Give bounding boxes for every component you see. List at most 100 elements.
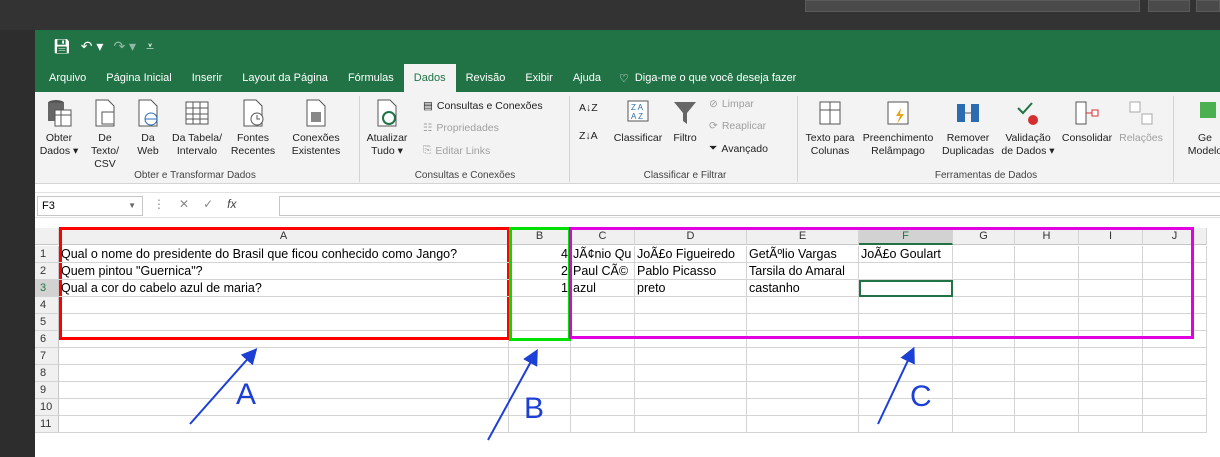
cell-h3[interactable] — [1015, 280, 1079, 297]
cell-f10[interactable] — [859, 399, 953, 416]
cell-h1[interactable] — [1015, 246, 1079, 263]
relacoes-button[interactable]: Relações — [1117, 98, 1165, 145]
cell-j6[interactable] — [1143, 331, 1207, 348]
cell-g6[interactable] — [953, 331, 1015, 348]
cell-g7[interactable] — [953, 348, 1015, 365]
cell-d2[interactable]: Pablo Picasso — [635, 263, 747, 280]
cell-a10[interactable] — [59, 399, 509, 416]
cell-c8[interactable] — [571, 365, 635, 382]
cell-d10[interactable] — [635, 399, 747, 416]
cell-c9[interactable] — [571, 382, 635, 399]
cell-b6[interactable] — [509, 331, 571, 348]
cell-j9[interactable] — [1143, 382, 1207, 399]
cell-e7[interactable] — [747, 348, 859, 365]
cell-f6[interactable] — [859, 331, 953, 348]
cell-i4[interactable] — [1079, 297, 1143, 314]
cell-d9[interactable] — [635, 382, 747, 399]
cell-j5[interactable] — [1143, 314, 1207, 331]
cell-a9[interactable] — [59, 382, 509, 399]
cell-c11[interactable] — [571, 416, 635, 433]
cancel-icon[interactable]: ✕ — [179, 197, 189, 211]
save-icon[interactable]: 💾︎ — [53, 38, 71, 55]
cell-g2[interactable] — [953, 263, 1015, 280]
cell-j10[interactable] — [1143, 399, 1207, 416]
cell-c5[interactable] — [571, 314, 635, 331]
propriedades-button[interactable]: ☷ Propriedades — [423, 122, 499, 134]
consolidar-button[interactable]: Consolidar — [1059, 98, 1115, 145]
cell-f2[interactable] — [859, 263, 953, 280]
cell-h6[interactable] — [1015, 331, 1079, 348]
cell-b5[interactable] — [509, 314, 571, 331]
cell-e9[interactable] — [747, 382, 859, 399]
cell-c1[interactable]: JÃ¢nio Qu — [571, 246, 635, 263]
cell-h4[interactable] — [1015, 297, 1079, 314]
reaplicar-button[interactable]: ⟳ Reaplicar — [709, 120, 766, 132]
cell-f1[interactable]: JoÃ£o Goulart — [859, 246, 953, 263]
column-header-g[interactable]: G — [953, 228, 1015, 245]
column-header-f[interactable]: F — [859, 228, 953, 245]
cell-c3[interactable]: azul — [571, 280, 635, 297]
cell-f7[interactable] — [859, 348, 953, 365]
cell-i6[interactable] — [1079, 331, 1143, 348]
da-tabela-button[interactable]: Da Tabela/Intervalo — [169, 98, 225, 158]
cell-e5[interactable] — [747, 314, 859, 331]
tab-layout[interactable]: Layout da Página — [232, 64, 338, 92]
tab-arquivo[interactable]: Arquivo — [39, 64, 96, 92]
remover-duplicadas-button[interactable]: Remover Duplicadas — [939, 98, 997, 158]
cell-f8[interactable] — [859, 365, 953, 382]
cell-j3[interactable] — [1143, 280, 1207, 297]
cell-g1[interactable] — [953, 246, 1015, 263]
row-header-6[interactable]: 6 — [35, 331, 59, 348]
cell-c2[interactable]: Paul CÃ© — [571, 263, 635, 280]
cell-a5[interactable] — [59, 314, 509, 331]
cell-i10[interactable] — [1079, 399, 1143, 416]
cell-c4[interactable] — [571, 297, 635, 314]
cell-g9[interactable] — [953, 382, 1015, 399]
row-header-5[interactable]: 5 — [35, 314, 59, 331]
cell-g3[interactable] — [953, 280, 1015, 297]
tell-me-box[interactable]: ♡ Diga-me o que você deseja fazer — [619, 72, 796, 85]
redo-icon[interactable]: ↷ ▾ — [113, 38, 136, 55]
column-header-a[interactable]: A — [59, 228, 509, 245]
insert-function-icon[interactable]: fx — [227, 197, 236, 211]
cell-j11[interactable] — [1143, 416, 1207, 433]
cell-b7[interactable] — [509, 348, 571, 365]
preenchimento-relampago-button[interactable]: Preenchimento Relâmpago — [861, 98, 935, 158]
cell-f4[interactable] — [859, 297, 953, 314]
cell-f9[interactable] — [859, 382, 953, 399]
cell-h2[interactable] — [1015, 263, 1079, 280]
cell-h9[interactable] — [1015, 382, 1079, 399]
cell-d7[interactable] — [635, 348, 747, 365]
editar-links-button[interactable]: ⎘ Editar Links — [423, 144, 490, 157]
cell-d11[interactable] — [635, 416, 747, 433]
sort-az-button[interactable]: A↓Z — [579, 102, 598, 114]
cell-h8[interactable] — [1015, 365, 1079, 382]
cell-a2[interactable]: Quem pintou "Guernica"? — [59, 263, 509, 280]
classificar-button[interactable]: Z AA Z Classificar — [613, 98, 663, 145]
cell-a4[interactable] — [59, 297, 509, 314]
cell-g5[interactable] — [953, 314, 1015, 331]
cell-d4[interactable] — [635, 297, 747, 314]
atualizar-tudo-button[interactable]: Atualizar Tudo ▾ — [365, 98, 409, 158]
avancado-button[interactable]: ⏷ Avançado — [709, 142, 768, 155]
row-header-3[interactable]: 3 — [35, 280, 59, 297]
cell-e6[interactable] — [747, 331, 859, 348]
row-header-7[interactable]: 7 — [35, 348, 59, 365]
cell-a3[interactable]: Qual a cor do cabelo azul de maria? — [59, 280, 509, 297]
cell-f5[interactable] — [859, 314, 953, 331]
row-header-2[interactable]: 2 — [35, 263, 59, 280]
cell-c10[interactable] — [571, 399, 635, 416]
cell-a11[interactable] — [59, 416, 509, 433]
tab-dados[interactable]: Dados — [403, 64, 456, 92]
cell-f3[interactable] — [859, 280, 953, 297]
tab-exibir[interactable]: Exibir — [515, 64, 563, 92]
cell-h5[interactable] — [1015, 314, 1079, 331]
cell-i1[interactable] — [1079, 246, 1143, 263]
cell-g10[interactable] — [953, 399, 1015, 416]
cell-h7[interactable] — [1015, 348, 1079, 365]
validacao-dados-button[interactable]: Validação de Dados ▾ — [999, 98, 1057, 158]
customize-qat-icon[interactable]: ⩡ — [146, 38, 154, 55]
undo-icon[interactable]: ↶ ▾ — [81, 38, 104, 55]
cell-i3[interactable] — [1079, 280, 1143, 297]
obter-dados-button[interactable]: Obter Dados ▾ — [39, 98, 79, 158]
